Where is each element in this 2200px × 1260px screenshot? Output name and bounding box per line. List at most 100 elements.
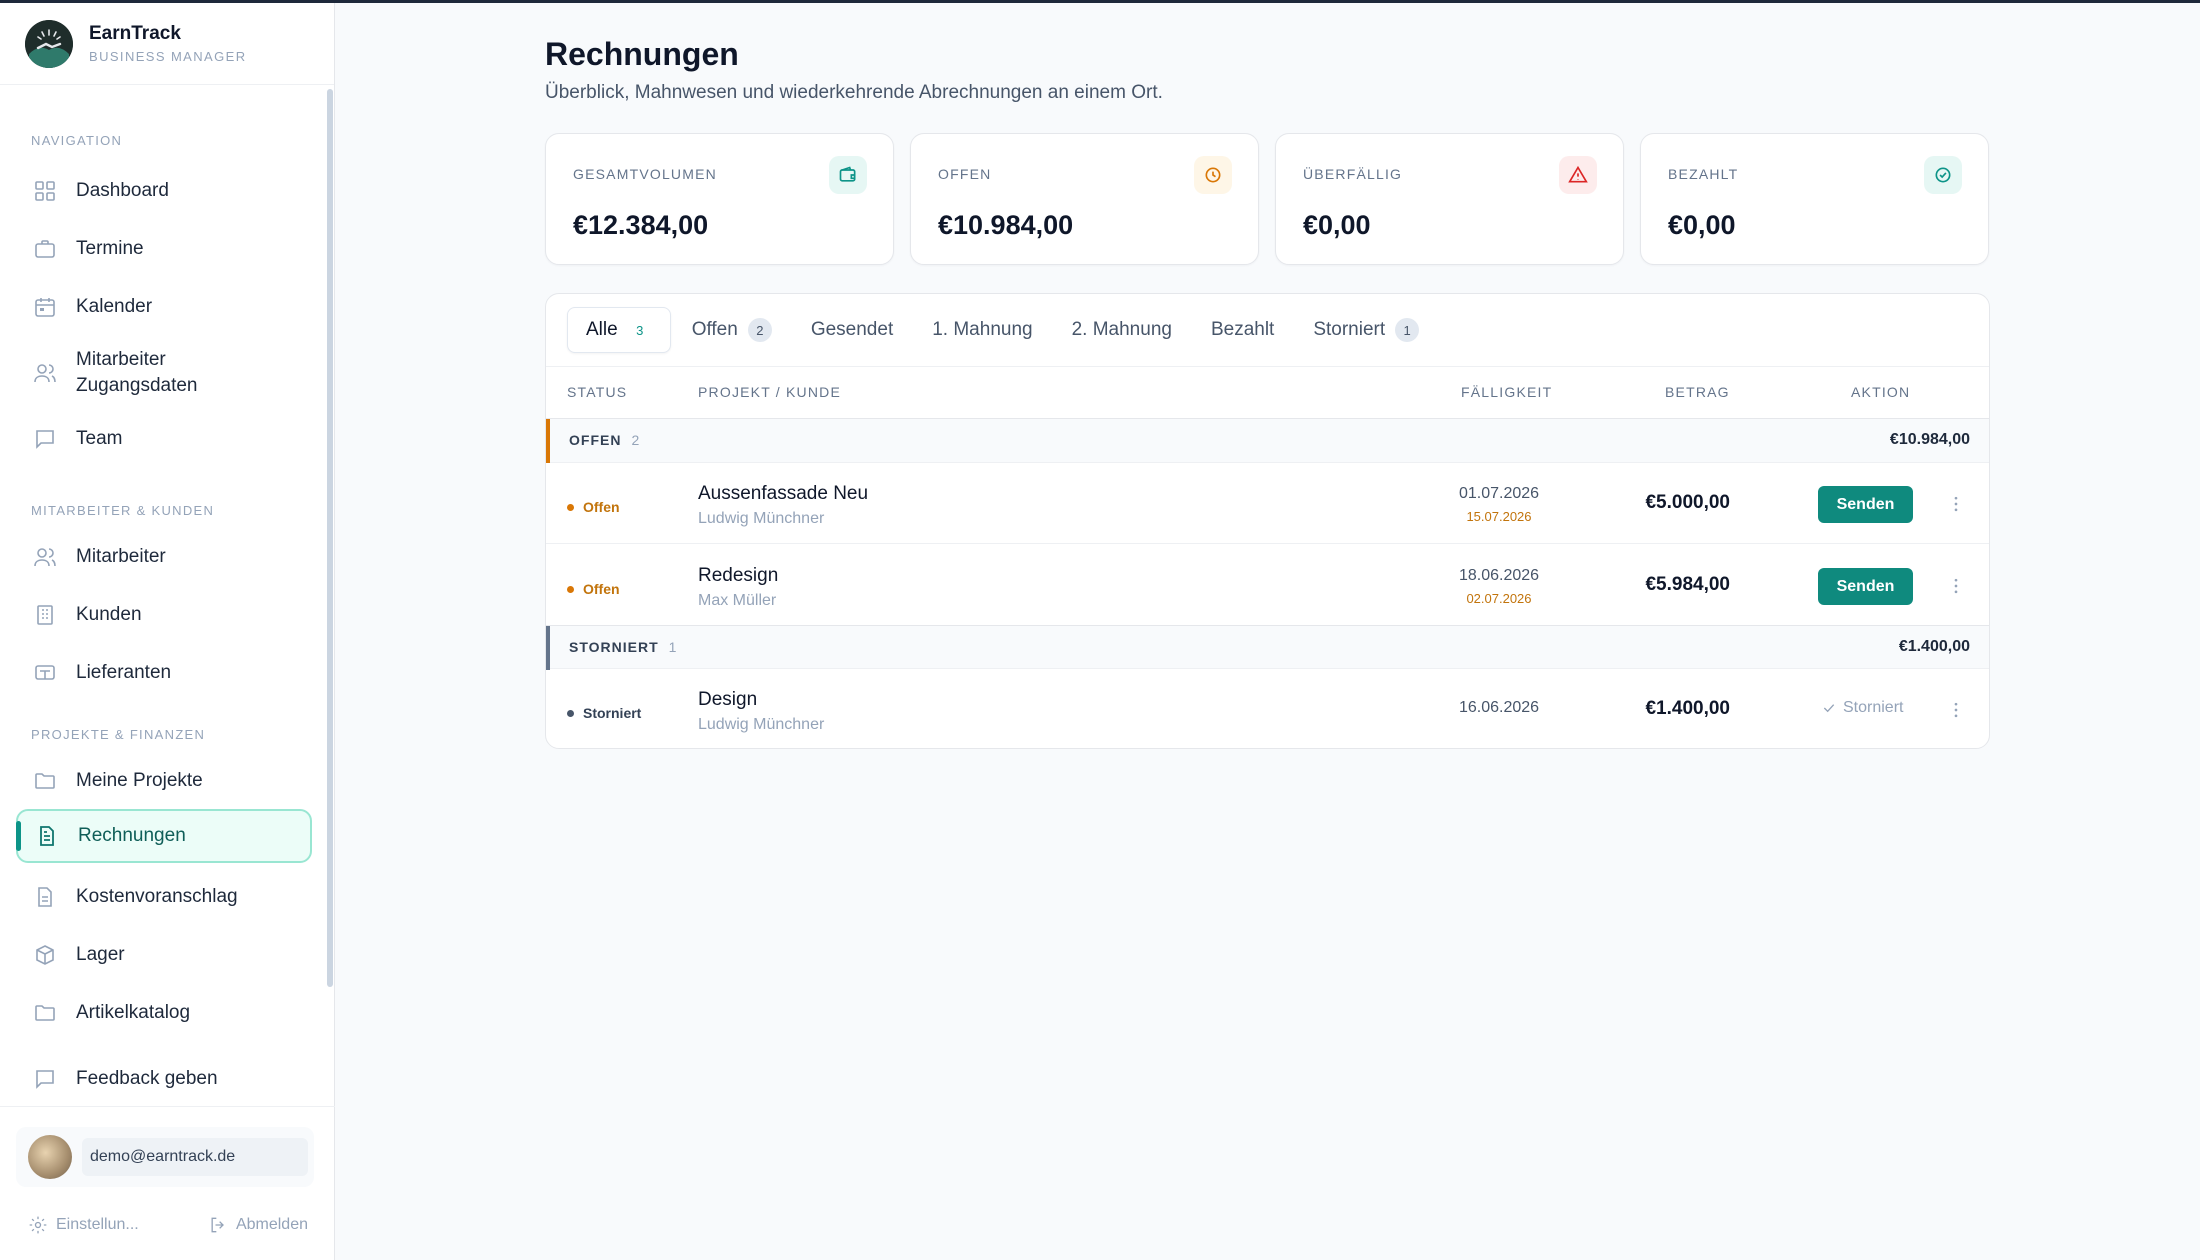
amount: €1.400,00	[1645, 698, 1730, 719]
tab-offen[interactable]: Offen 2	[674, 307, 790, 353]
tab-storniert[interactable]: Storniert 1	[1295, 307, 1437, 353]
status-badge: Storniert	[567, 705, 641, 721]
group-count: 1	[668, 639, 677, 655]
sidebar-item-label: Meine Projekte	[76, 770, 203, 791]
nav-scroll-area: NAVIGATION Dashboard Termine Kalender Mi…	[0, 89, 335, 1109]
chat-icon	[32, 1066, 58, 1092]
amount: €5.000,00	[1645, 492, 1730, 513]
status-badge: Offen	[567, 581, 620, 597]
sidebar-item-label: Mitarbeiter Zugangsdaten	[76, 349, 198, 396]
stat-label: OFFEN	[938, 166, 992, 182]
logout-link[interactable]: Abmelden	[208, 1215, 308, 1235]
gear-icon	[29, 1216, 47, 1234]
stat-card-total: GESAMTVOLUMEN €12.384,00	[545, 133, 894, 265]
column-header-amount: BETRAG	[1665, 384, 1730, 400]
invoice-table: Alle 3 Offen 2 Gesendet 1. Mahnung 2. Ma…	[545, 293, 1990, 749]
group-color-bar	[546, 419, 550, 463]
tab-label: Offen	[691, 319, 738, 340]
page-subtitle: Überblick, Mahnwesen und wiederkehrende …	[545, 82, 1163, 103]
send-button[interactable]: Senden	[1818, 568, 1913, 605]
document-icon	[32, 884, 58, 910]
stat-label: GESAMTVOLUMEN	[573, 166, 717, 182]
send-button[interactable]: Senden	[1818, 486, 1913, 523]
sidebar-item-lieferanten[interactable]: Lieferanten	[16, 646, 312, 700]
sidebar-item-label: Feedback geben	[76, 1068, 218, 1089]
sidebar-item-label: Lieferanten	[76, 662, 172, 683]
sidebar: EarnTrack BUSINESS MANAGER NAVIGATION Da…	[0, 3, 335, 1260]
tab-gesendet[interactable]: Gesendet	[793, 307, 911, 353]
sidebar-item-label: Kunden	[76, 604, 142, 625]
sidebar-item-mitarbeiter-zugangsdaten[interactable]: Mitarbeiter Zugangsdaten	[16, 338, 312, 408]
tab-bezahlt[interactable]: Bezahlt	[1193, 307, 1292, 353]
more-options-icon[interactable]	[1946, 489, 1966, 519]
briefcase-icon	[32, 236, 58, 262]
table-row[interactable]: Offen Aussenfassade Neu Ludwig Münchner …	[546, 463, 1989, 544]
warning-icon	[1559, 156, 1597, 194]
column-header-project: PROJEKT / KUNDE	[698, 384, 841, 400]
sidebar-item-lager[interactable]: Lager	[16, 928, 312, 982]
status-dot	[567, 709, 574, 717]
sidebar-scrollbar[interactable]	[327, 89, 333, 987]
table-row[interactable]: Storniert Design Ludwig Münchner 16.06.2…	[546, 669, 1989, 748]
active-indicator	[16, 821, 21, 851]
status-dot	[567, 503, 574, 511]
brand[interactable]: EarnTrack BUSINESS MANAGER	[0, 3, 334, 85]
sidebar-item-label: Termine	[76, 238, 144, 259]
tab-mahnung-1[interactable]: 1. Mahnung	[914, 307, 1050, 353]
wallet-icon	[829, 156, 867, 194]
project-name: Design	[698, 689, 758, 710]
sidebar-item-meine-projekte[interactable]: Meine Projekte	[16, 754, 312, 808]
check-icon	[1823, 704, 1835, 713]
tab-mahnung-2[interactable]: 2. Mahnung	[1054, 307, 1190, 353]
client-name: Ludwig Münchner	[698, 510, 825, 527]
stat-value: €0,00	[1668, 210, 1736, 240]
due-date: 01.07.2026	[1458, 485, 1540, 502]
sidebar-item-label: Lager	[76, 944, 125, 965]
sidebar-item-label: Mitarbeiter	[76, 546, 166, 567]
more-options-icon[interactable]	[1946, 695, 1966, 725]
sidebar-item-dashboard[interactable]: Dashboard	[16, 164, 312, 218]
sidebar-item-label: Team	[76, 428, 123, 449]
divider	[546, 366, 1989, 367]
sidebar-item-termine[interactable]: Termine	[16, 222, 312, 276]
table-row[interactable]: Offen Redesign Max Müller 18.06.2026 02.…	[546, 545, 1989, 626]
stat-value: €12.384,00	[573, 210, 709, 240]
sidebar-item-rechnungen[interactable]: Rechnungen	[16, 809, 312, 863]
sidebar-item-label: Kalender	[76, 296, 153, 317]
project-name: Redesign	[698, 565, 779, 586]
group-row-storniert[interactable]: STORNIERT 1 €1.400,00	[546, 625, 1989, 670]
sidebar-item-kalender[interactable]: Kalender	[16, 280, 312, 334]
user-card[interactable]: demo@earntrack.de	[16, 1127, 314, 1187]
logout-icon	[211, 1217, 224, 1233]
sidebar-item-feedback[interactable]: Feedback geben	[16, 1052, 312, 1106]
stat-card-open: OFFEN €10.984,00	[910, 133, 1259, 265]
sidebar-item-artikelkatalog[interactable]: Artikelkatalog	[16, 986, 312, 1040]
cancelled-status: Storniert	[1821, 699, 1903, 717]
client-name: Max Müller	[698, 592, 777, 609]
folder-icon	[32, 768, 58, 794]
logo-icon	[25, 19, 73, 68]
column-header-due: FÄLLIGKEIT	[1461, 384, 1553, 400]
grid-icon	[32, 178, 58, 204]
section-title-navigation: NAVIGATION	[31, 133, 123, 148]
logout-label: Abmelden	[235, 1216, 308, 1233]
sidebar-item-kostenvoranschlag[interactable]: Kostenvoranschlag	[16, 870, 312, 924]
sidebar-item-team[interactable]: Team	[16, 412, 312, 466]
due-date: 16.06.2026	[1458, 699, 1540, 716]
folder-icon	[32, 1000, 58, 1026]
sidebar-item-kunden[interactable]: Kunden	[16, 588, 312, 642]
more-options-icon[interactable]	[1946, 571, 1966, 601]
sidebar-item-mitarbeiter[interactable]: Mitarbeiter	[16, 530, 312, 584]
stat-label: BEZAHLT	[1668, 166, 1739, 182]
group-row-offen[interactable]: OFFEN 2 €10.984,00	[546, 419, 1989, 463]
stat-value: €10.984,00	[938, 210, 1074, 240]
tab-label: 2. Mahnung	[1071, 319, 1172, 340]
due-date-secondary: 15.07.2026	[1466, 509, 1532, 524]
tab-label: Alle	[586, 319, 618, 340]
tab-count-badge: 1	[1395, 318, 1420, 342]
tab-label: Bezahlt	[1210, 319, 1275, 340]
settings-link[interactable]: Einstellun...	[28, 1215, 139, 1235]
amount: €5.984,00	[1645, 574, 1730, 595]
tab-alle[interactable]: Alle 3	[567, 307, 671, 353]
group-color-bar	[546, 626, 550, 670]
